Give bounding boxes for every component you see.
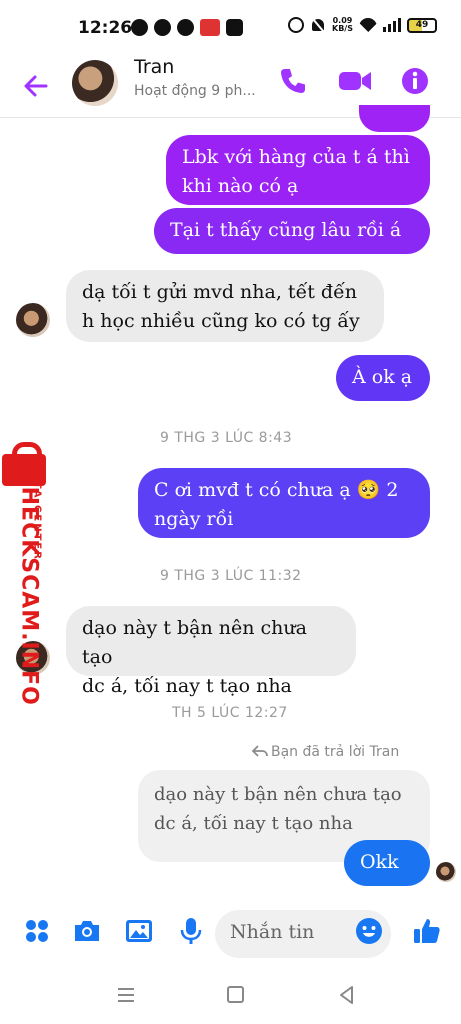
app-notification-icon <box>200 19 220 36</box>
message-text: Tại t thấy cũng lâu rồi á <box>170 219 402 241</box>
notification-icons <box>131 19 243 36</box>
camera-icon[interactable] <box>72 916 102 946</box>
mic-icon[interactable] <box>176 916 206 946</box>
message-bubble-outgoing[interactable]: Tại t thấy cũng lâu rồi á <box>154 208 430 254</box>
message-bubble-partial[interactable] <box>359 105 430 132</box>
system-nav-bar <box>0 970 461 1024</box>
thumbs-up-icon[interactable] <box>412 916 442 946</box>
message-input-placeholder: Nhắn tin <box>230 921 315 943</box>
contact-status: Hoạt động 9 ph... <box>134 83 256 99</box>
signal-icon <box>382 18 401 32</box>
youtube-notification-icon <box>154 19 171 36</box>
message-text: dc á, tối nay t tạo nha <box>82 675 292 697</box>
home-icon[interactable] <box>225 984 247 1006</box>
emoji-icon[interactable] <box>354 916 384 946</box>
message-bubble-outgoing[interactable]: Lbk với hàng của t á thì khi nào có ạ <box>166 135 430 205</box>
battery-icon: 49 <box>406 17 437 33</box>
message-text: dạ tối t gửi mvd nha, tết đến <box>82 281 358 303</box>
message-text: dạo này t bận nên chưa tạo <box>82 617 307 668</box>
message-text: khi nào có ạ <box>182 175 299 197</box>
recent-apps-icon[interactable] <box>115 984 137 1006</box>
messenger-notification-icon <box>131 19 148 36</box>
apps-icon[interactable] <box>22 916 52 946</box>
phone-icon[interactable] <box>278 66 308 96</box>
message-bubble-outgoing[interactable]: À ok ạ <box>336 355 430 401</box>
message-bubble-incoming[interactable]: dạo này t bận nên chưa tạo dc á, tối nay… <box>66 606 356 697</box>
message-text: Okk ạ <box>360 851 399 902</box>
info-icon[interactable] <box>400 66 430 96</box>
watermark-brand: CHECKSCAM.INFO <box>16 469 42 706</box>
watermark: DATA CENTER CHECKSCAM.INFO <box>0 442 48 706</box>
message-text: C ơi mvđ t có chưa ạ 🥺 2 <box>154 479 399 501</box>
message-text: h học nhiều cũng ko có tg ấy <box>82 310 360 332</box>
system-icons: 0.09 KB/S 49 <box>288 17 437 33</box>
timestamp: TH 5 LÚC 12:27 <box>172 705 288 721</box>
video-icon[interactable] <box>338 66 372 96</box>
gallery-notification-icon <box>226 19 243 36</box>
alarm-icon <box>288 17 304 33</box>
back-nav-icon[interactable] <box>336 984 358 1006</box>
status-time: 12:26 <box>78 18 133 38</box>
mute-icon <box>310 17 326 33</box>
image-icon[interactable] <box>124 916 154 946</box>
network-speed: 0.09 KB/S <box>332 16 353 33</box>
reply-indicator: Bạn đã trả lời Tran <box>251 744 400 760</box>
seen-avatar <box>436 862 456 882</box>
message-bubble-outgoing[interactable]: C ơi mvđ t có chưa ạ 🥺 2 ngày rồi <box>138 468 430 538</box>
timestamp: 9 THG 3 LÚC 8:43 <box>160 430 293 446</box>
status-bar: 12:26 0.09 KB/S 49 <box>0 0 461 56</box>
back-arrow-icon[interactable] <box>22 72 50 100</box>
contact-avatar[interactable] <box>72 60 118 106</box>
message-text: À ok ạ <box>352 366 413 388</box>
timestamp: 9 THG 3 LÚC 11:32 <box>160 568 302 584</box>
message-bubble-incoming[interactable]: dạ tối t gửi mvd nha, tết đến h học nhiề… <box>66 270 384 342</box>
message-text: Lbk với hàng của t á thì <box>182 146 410 168</box>
message-text: ngày rồi <box>154 508 234 530</box>
reply-note-text: Bạn đã trả lời Tran <box>271 744 400 760</box>
facebook-notification-icon <box>177 19 194 36</box>
sender-avatar <box>16 303 50 337</box>
contact-name[interactable]: Tran <box>134 56 174 78</box>
quoted-text: dc á, tối nay t tạo nha <box>154 813 353 834</box>
wifi-icon <box>358 18 377 32</box>
message-bubble-outgoing[interactable]: Okk ạ <box>344 840 430 902</box>
message-composer: Nhắn tin <box>0 902 461 966</box>
quoted-text: dạo này t bận nên chưa tạo <box>154 784 402 805</box>
reply-arrow-icon <box>251 745 268 757</box>
